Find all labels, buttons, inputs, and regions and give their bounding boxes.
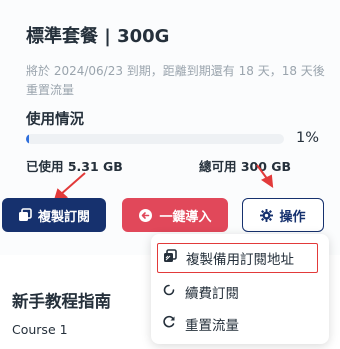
usage-percent: 1%: [296, 130, 320, 146]
copy-subscription-button[interactable]: 複製訂閱: [2, 198, 106, 232]
menu-item-label: 重置流量: [185, 318, 239, 334]
guide-title: 新手教程指南: [12, 292, 111, 311]
total-amount: 總可用 300 GB: [199, 159, 292, 174]
one-click-import-button[interactable]: 一鍵導入: [122, 198, 228, 232]
expiry-note: 將於 2024/06/23 到期，距離到期還有 18 天，18 天後重置流量: [26, 64, 325, 97]
usage-progress-bar: [26, 134, 284, 144]
menu-item-reset-traffic[interactable]: 重置流量: [151, 309, 329, 339]
import-icon: [138, 208, 153, 223]
menu-item-label: 複製備用訂閱地址: [186, 252, 294, 268]
menu-item-label: 續費訂閱: [185, 286, 239, 302]
menu-item-copy-backup-subscription[interactable]: 複製備用訂閱地址: [157, 243, 318, 273]
reset-icon: [162, 315, 176, 333]
operations-dropdown-menu: 複製備用訂閱地址 續費訂閱 重置流量: [151, 234, 329, 344]
menu-item-renew-subscription[interactable]: 續費訂閱: [151, 277, 329, 307]
copy-icon: [18, 208, 32, 222]
copy-icon: [163, 249, 177, 267]
plan-title: 標準套餐 | 300G: [26, 26, 170, 47]
course-link[interactable]: Course 1: [12, 322, 68, 337]
operations-label: 操作: [279, 209, 306, 225]
gear-icon: [260, 208, 274, 222]
usage-progress-fill: [26, 134, 29, 144]
refresh-icon: [162, 283, 176, 301]
used-amount: 已使用 5.31 GB: [26, 159, 123, 174]
operations-button[interactable]: 操作: [242, 198, 324, 232]
usage-title: 使用情況: [26, 112, 84, 128]
one-click-import-label: 一鍵導入: [159, 209, 212, 225]
copy-subscription-label: 複製訂閱: [37, 209, 90, 225]
